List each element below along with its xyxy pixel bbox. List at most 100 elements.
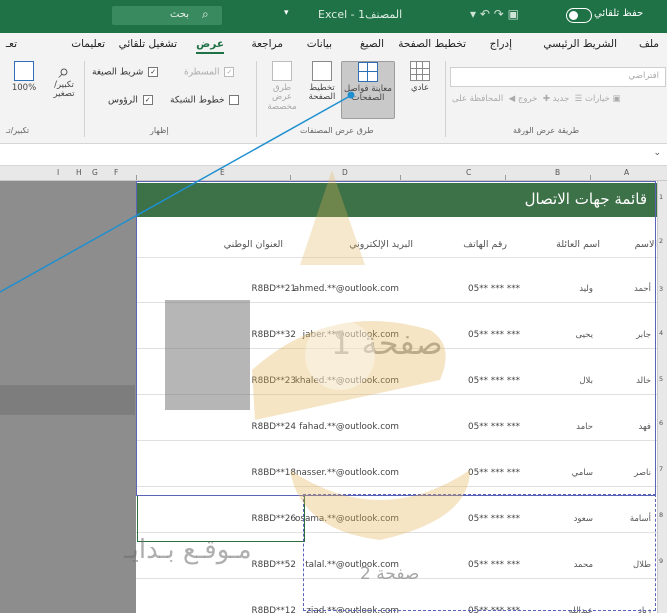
tab-overflow[interactable]: تعـ	[6, 38, 17, 50]
window-title: Excel - المصنف1	[318, 8, 403, 21]
gridlines-label: خطوط الشبكة	[170, 95, 225, 106]
normal-view-icon	[410, 61, 430, 81]
checkbox-icon: ✓	[142, 95, 153, 105]
tab-file[interactable]: ملف	[639, 38, 659, 50]
custom-views-button[interactable]: طرق عرض مخصصة	[262, 61, 302, 112]
redo-icon[interactable]: ↷	[494, 7, 504, 21]
search-box[interactable]: بحث ⌕	[112, 6, 222, 25]
column-headers: A B C D E F G H I	[0, 166, 667, 181]
gridlines-checkbox[interactable]: خطوط الشبكة	[170, 95, 240, 106]
page-break-preview-button[interactable]: معاينة فواصل الصفحات	[341, 61, 395, 119]
checkbox-icon	[229, 95, 240, 105]
tab-automate[interactable]: تشغيل تلقائي	[119, 38, 177, 50]
autosave-label: حفظ تلقائي	[594, 8, 644, 19]
chevron-down-icon[interactable]: ▾	[284, 8, 289, 18]
row-header[interactable]: 3	[659, 285, 663, 293]
customize-icon[interactable]: ▾	[470, 7, 476, 21]
row-header[interactable]: 9	[659, 557, 663, 565]
column-header-h[interactable]: H	[76, 168, 82, 177]
tab-data[interactable]: بيانات	[307, 38, 332, 50]
tab-help[interactable]: تعليمات	[71, 38, 105, 50]
tab-insert[interactable]: إدراج	[490, 38, 512, 50]
show-group-label: إظهار	[150, 126, 169, 135]
zoom-100-button[interactable]: 100%	[6, 61, 42, 93]
group-divider	[256, 61, 257, 137]
column-header-g[interactable]: G	[92, 168, 98, 177]
row-header[interactable]: 8	[659, 511, 663, 519]
tab-formulas[interactable]: الصيغ	[360, 38, 384, 50]
sheet-view-group-label: طريقة عرض الورقة	[513, 126, 580, 135]
column-divider	[590, 175, 591, 180]
formula-bar-checkbox[interactable]: شريط الصيغة ✓	[92, 67, 159, 78]
search-placeholder: بحث	[170, 9, 190, 20]
search-icon: ⌕	[202, 7, 209, 21]
workbook-views-group-label: طرق عرض المصنفات	[300, 126, 374, 135]
ribbon-body: افتراضي خيارات ☰ جديد ✚ خروج ◀ المحافظة …	[0, 55, 667, 144]
column-divider	[400, 175, 401, 180]
autosave-toggle[interactable]	[566, 8, 592, 23]
row-header[interactable]: 4	[659, 329, 663, 337]
page-break-preview-icon	[358, 62, 378, 82]
normal-view-button[interactable]: عادي	[401, 61, 439, 93]
column-divider	[136, 175, 137, 180]
zoom-100-label: 100%	[11, 83, 37, 93]
ribbon-tabs: ملف الشريط الرئيسي إدراج تخطيط الصفحة ال…	[0, 33, 667, 55]
page-1-label: صفحة 1	[331, 324, 443, 362]
options-button[interactable]: خيارات	[585, 94, 610, 104]
cell-national-address[interactable]: R8BD**52	[251, 560, 296, 570]
column-header-c[interactable]: C	[466, 168, 471, 177]
exit-view-button[interactable]: خروج	[518, 94, 538, 104]
formula-bar[interactable]: ⌄	[0, 144, 667, 166]
headings-label: الرؤوس	[108, 95, 138, 106]
tab-review[interactable]: مراجعة	[251, 38, 283, 50]
zoom-group-label: تكبير/تـ	[6, 126, 30, 135]
headings-checkbox[interactable]: الرؤوس ✓	[108, 95, 153, 106]
row-header[interactable]: 6	[659, 419, 663, 427]
zoom-button[interactable]: ⌕ تكبير/ تصغير	[48, 61, 80, 100]
column-header-a[interactable]: A	[624, 168, 629, 177]
page-layout-view-button[interactable]: تخطيط الصفحة	[305, 61, 339, 103]
sheet-view-actions: خيارات ☰ جديد ✚ خروج ◀ المحافظة على ▣	[452, 94, 621, 104]
row-header[interactable]: 1	[659, 193, 663, 201]
group-divider	[445, 61, 446, 137]
custom-views-label: طرق عرض مخصصة	[267, 83, 297, 112]
watermark-text: مـوقـع بـدايـ	[124, 535, 252, 565]
excel-window: بحث ⌕ ▾ Excel - المصنف1 ▾ ↶ ↷ ▣ حفظ تلقا…	[0, 0, 667, 613]
page-layout-icon	[312, 61, 332, 81]
column-header-i[interactable]: I	[57, 168, 59, 177]
column-divider	[290, 175, 291, 180]
magnifier-icon: ⌕	[58, 59, 70, 83]
ruler-label: المسطرة	[184, 67, 220, 78]
tab-home[interactable]: الشريط الرئيسي	[543, 38, 617, 50]
undo-icon[interactable]: ↶	[480, 7, 490, 21]
title-bar: بحث ⌕ ▾ Excel - المصنف1 ▾ ↶ ↷ ▣ حفظ تلقا…	[0, 0, 667, 33]
new-view-button[interactable]: جديد	[553, 94, 570, 104]
column-header-f[interactable]: F	[114, 168, 118, 177]
ruler-checkbox[interactable]: المسطرة ✓	[184, 67, 235, 78]
tab-view[interactable]: عرض	[196, 38, 224, 54]
keep-view-button[interactable]: المحافظة على	[452, 94, 503, 104]
outside-print-area	[0, 181, 136, 613]
sheet-view-dropdown[interactable]: افتراضي	[450, 67, 666, 87]
column-divider	[505, 175, 506, 180]
checkbox-icon: ✓	[224, 67, 235, 77]
chevron-down-icon[interactable]: ⌄	[653, 148, 661, 158]
checkbox-icon: ✓	[148, 67, 159, 77]
quick-access-toolbar[interactable]: ▾ ↶ ↷ ▣	[470, 7, 519, 21]
column-header-d[interactable]: D	[342, 168, 348, 177]
column-header-e[interactable]: E	[220, 168, 225, 177]
zoom-100-icon	[14, 61, 34, 81]
column-header-b[interactable]: B	[555, 168, 560, 177]
cell-national-address[interactable]: R8BD**12	[251, 606, 296, 613]
page-layout-label: تخطيط الصفحة	[308, 83, 336, 103]
custom-views-icon	[272, 61, 292, 81]
page-2-label: صفحة 2	[360, 564, 420, 584]
tab-page-layout[interactable]: تخطيط الصفحة	[398, 38, 466, 50]
row-header[interactable]: 2	[659, 237, 663, 245]
group-divider	[84, 61, 85, 137]
save-icon[interactable]: ▣	[508, 7, 519, 21]
row-header[interactable]: 7	[659, 465, 663, 473]
page-break-preview-label: معاينة فواصل الصفحات	[344, 84, 392, 104]
page-break-2[interactable]	[303, 494, 656, 611]
row-header[interactable]: 5	[659, 375, 663, 383]
